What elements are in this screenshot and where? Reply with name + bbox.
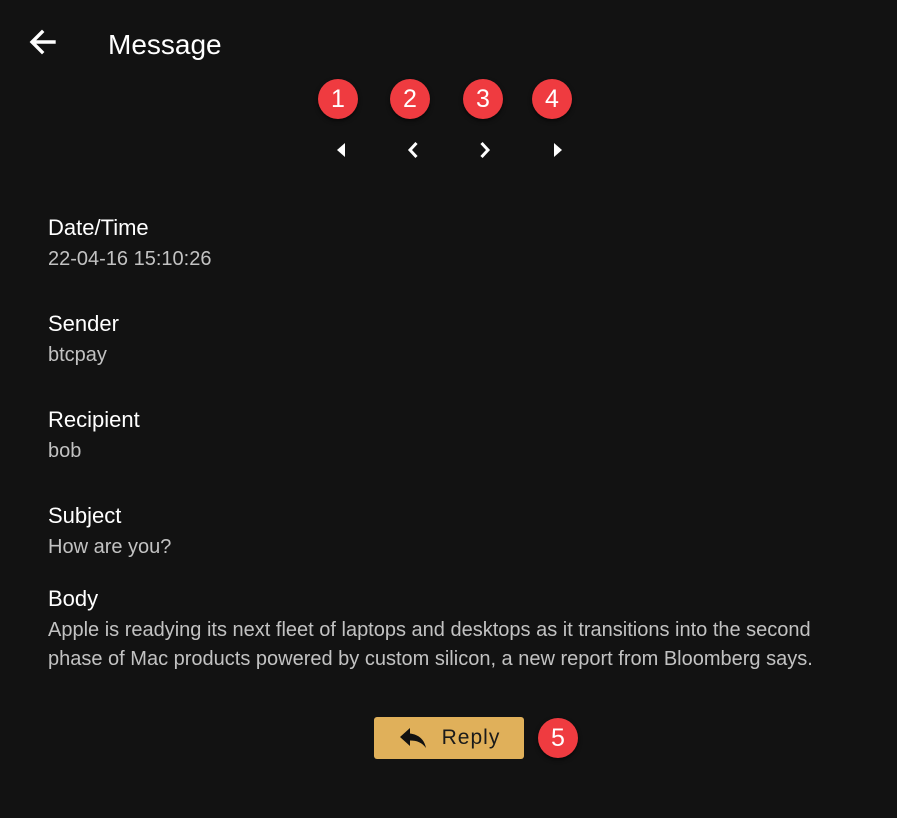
reply-button[interactable]: Reply	[374, 717, 524, 759]
recipient-label: Recipient	[48, 407, 140, 432]
sender-value: btcpay	[48, 344, 107, 366]
previous-message-button[interactable]	[399, 136, 427, 164]
first-message-button[interactable]	[327, 136, 355, 164]
chevron-left-icon	[407, 141, 418, 159]
datetime-label: Date/Time	[48, 215, 149, 240]
subject-label: Subject	[48, 503, 122, 528]
datetime-value: 22-04-16 15:10:26	[48, 248, 212, 270]
body-value: Apple is readying its next fleet of lapt…	[48, 619, 813, 670]
annotation-badge-4: 4	[532, 79, 572, 119]
reply-icon	[398, 726, 428, 750]
chevron-right-icon	[480, 141, 491, 159]
body-label: Body	[48, 586, 99, 611]
subject-value: How are you?	[48, 536, 172, 558]
arrow-left-icon	[29, 29, 56, 55]
page-title: Message	[108, 29, 222, 60]
triangle-left-icon	[337, 143, 345, 157]
triangle-right-icon	[554, 143, 562, 157]
reply-label: Reply	[441, 726, 501, 749]
annotation-badge-2: 2	[390, 79, 430, 119]
recipient-value: bob	[48, 440, 82, 462]
annotation-badge-5: 5	[538, 718, 578, 758]
last-message-button[interactable]	[544, 136, 572, 164]
annotation-badge-1: 1	[318, 79, 358, 119]
annotation-badge-3: 3	[463, 79, 503, 119]
next-message-button[interactable]	[471, 136, 499, 164]
back-button[interactable]	[22, 24, 62, 60]
sender-label: Sender	[48, 311, 119, 336]
